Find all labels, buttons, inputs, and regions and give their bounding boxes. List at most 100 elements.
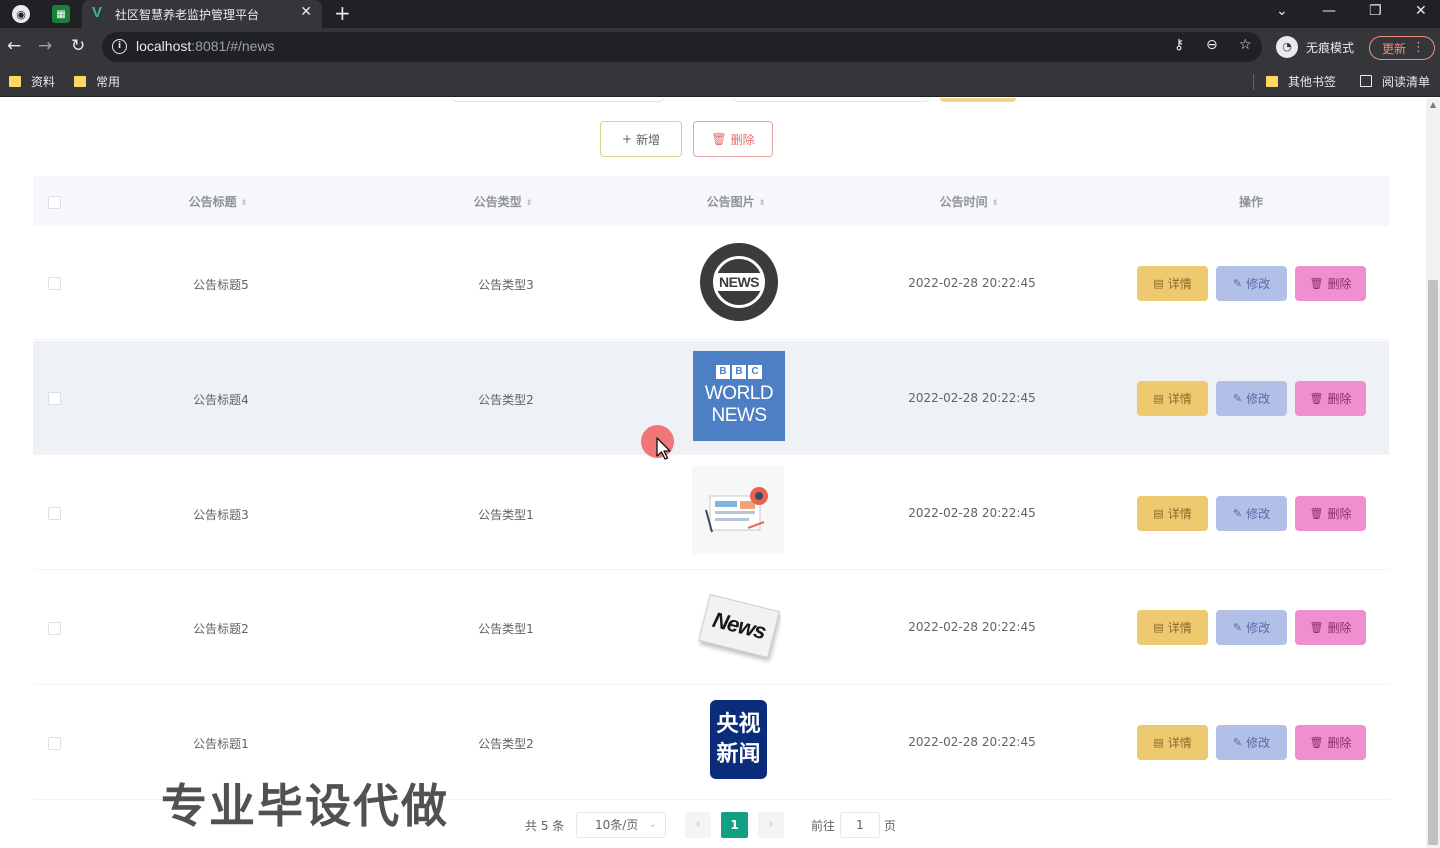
tab-close-icon[interactable]: ✕: [300, 4, 312, 20]
detail-button[interactable]: ▤ 详情: [1137, 610, 1208, 645]
new-tab-button[interactable]: +: [334, 1, 351, 25]
delete-button[interactable]: 🗑 删除: [1295, 725, 1366, 760]
sort-icon[interactable]: ⬍: [526, 198, 533, 207]
column-header-actions: 操作: [1238, 195, 1264, 209]
detail-button[interactable]: ▤ 详情: [1137, 381, 1208, 416]
cctv-line: 央视: [716, 711, 761, 737]
column-header-title[interactable]: 公告标题 ⬍: [189, 193, 248, 210]
goto-label: 前往: [811, 818, 836, 833]
goto-page-input[interactable]: 1: [840, 812, 880, 838]
folder-icon: [74, 75, 86, 87]
cell-time: 2022-02-28 20:22:45: [908, 506, 1036, 520]
url-field[interactable]: i localhost:8081/#/news ⚷ ⊖ ☆: [102, 32, 1262, 62]
edit-button[interactable]: ✎ 修改: [1216, 266, 1287, 301]
browser-globe-icon[interactable]: ◉: [12, 5, 30, 23]
cctv-line: 新闻: [716, 741, 761, 767]
detail-button[interactable]: ▤ 详情: [1137, 266, 1208, 301]
cell-title: 公告标题1: [193, 737, 249, 751]
url-text: localhost:8081/#/news: [136, 38, 275, 54]
row-checkbox[interactable]: [48, 507, 61, 520]
minimize-icon[interactable]: —: [1322, 3, 1336, 19]
site-info-icon[interactable]: i: [112, 39, 127, 54]
delete-button[interactable]: 🗑 删除: [1295, 496, 1366, 531]
delete-button[interactable]: 🗑 删除: [1295, 610, 1366, 645]
tab-search-icon[interactable]: ⌄: [1276, 3, 1288, 19]
scroll-up-icon[interactable]: ▲: [1430, 100, 1436, 109]
row-checkbox[interactable]: [48, 737, 61, 750]
newspaper-illustration-image: [692, 466, 784, 554]
star-icon[interactable]: ☆: [1239, 37, 1252, 53]
update-button[interactable]: 更新 ⋮: [1369, 36, 1435, 60]
cell-title: 公告标题5: [193, 278, 249, 292]
add-button-label: 新增: [636, 132, 661, 147]
document-icon: ▤: [1153, 621, 1164, 634]
row-checkbox[interactable]: [48, 622, 61, 635]
page-unit-label: 页: [884, 818, 897, 833]
news-globe-text: NEWS: [716, 273, 762, 291]
tab-title: 社区智慧养老监护管理平台: [115, 8, 260, 22]
zoom-icon[interactable]: ⊖: [1206, 37, 1218, 53]
back-icon[interactable]: ←: [7, 36, 21, 56]
select-all-checkbox[interactable]: [48, 196, 61, 209]
bbc-line: NEWS: [711, 405, 768, 426]
bookmark-folder-common[interactable]: 常用: [74, 73, 120, 89]
page-size-value: 10条/页: [595, 818, 639, 832]
column-header-time[interactable]: 公告时间 ⬍: [940, 193, 999, 210]
document-icon: ▤: [1153, 277, 1164, 290]
browser-tab-active[interactable]: V 社区智慧养老监护管理平台 ✕: [82, 0, 322, 28]
restore-icon[interactable]: ❐: [1369, 3, 1382, 19]
scrollbar-thumb[interactable]: [1428, 280, 1438, 845]
key-icon[interactable]: ⚷: [1174, 37, 1184, 53]
prev-page-button[interactable]: ‹: [685, 812, 711, 838]
search-button[interactable]: [940, 98, 1016, 102]
sort-icon[interactable]: ⬍: [241, 198, 248, 207]
row-checkbox[interactable]: [48, 277, 61, 290]
forward-icon[interactable]: →: [38, 36, 52, 56]
bookmark-other[interactable]: 其他书签: [1266, 73, 1336, 89]
column-header-type[interactable]: 公告类型 ⬍: [474, 193, 533, 210]
sort-icon[interactable]: ⬍: [759, 198, 766, 207]
document-icon: ▤: [1153, 392, 1164, 405]
sheet-tab-icon[interactable]: ▦: [52, 5, 70, 23]
search-input-title[interactable]: [452, 98, 664, 102]
reading-list[interactable]: 阅读清单: [1360, 73, 1430, 89]
reload-icon[interactable]: ↻: [71, 36, 85, 56]
chevron-down-icon: ⌄: [648, 819, 657, 830]
page-size-select[interactable]: 10条/页 ⌄: [576, 812, 666, 838]
pagination-total: 共 5 条: [525, 818, 565, 833]
pencil-icon: ✎: [1232, 392, 1243, 405]
cell-type: 公告类型1: [478, 622, 534, 636]
document-icon: ▤: [1153, 507, 1164, 520]
incognito-indicator[interactable]: ◔ 无痕模式: [1276, 34, 1354, 60]
cell-title: 公告标题2: [193, 622, 249, 636]
edit-button[interactable]: ✎ 修改: [1216, 725, 1287, 760]
cell-time: 2022-02-28 20:22:45: [908, 620, 1036, 634]
close-window-icon[interactable]: ✕: [1415, 3, 1427, 19]
column-header-image[interactable]: 公告图片 ⬍: [707, 193, 766, 210]
next-page-button[interactable]: ›: [758, 812, 784, 838]
bookmark-label: 其他书签: [1288, 74, 1337, 89]
add-button[interactable]: + 新增: [600, 121, 682, 157]
page-number-current[interactable]: 1: [721, 812, 748, 838]
cell-time: 2022-02-28 20:22:45: [908, 391, 1036, 405]
batch-delete-button[interactable]: 🗑 删除: [693, 121, 773, 157]
sort-icon[interactable]: ⬍: [992, 198, 999, 207]
pencil-icon: ✎: [1232, 507, 1243, 520]
bookmark-folder-materials[interactable]: 资料: [9, 73, 55, 89]
search-input-type[interactable]: [733, 98, 929, 102]
edit-button[interactable]: ✎ 修改: [1216, 381, 1287, 416]
delete-button[interactable]: 🗑 删除: [1295, 381, 1366, 416]
edit-button[interactable]: ✎ 修改: [1216, 610, 1287, 645]
bookmarks-bar: 资料 常用 其他书签 阅读清单: [0, 66, 1440, 97]
detail-button[interactable]: ▤ 详情: [1137, 496, 1208, 531]
update-label: 更新: [1382, 41, 1407, 56]
folder-icon: [1266, 75, 1278, 87]
cell-type: 公告类型1: [478, 508, 534, 522]
detail-button[interactable]: ▤ 详情: [1137, 725, 1208, 760]
delete-button[interactable]: 🗑 删除: [1295, 266, 1366, 301]
address-bar: ← → ↻ i localhost:8081/#/news ⚷ ⊖ ☆ ◔ 无痕…: [0, 28, 1440, 66]
row-checkbox[interactable]: [48, 392, 61, 405]
edit-button[interactable]: ✎ 修改: [1216, 496, 1287, 531]
more-menu-icon[interactable]: ⋮: [1412, 40, 1425, 55]
mouse-cursor-icon: [656, 437, 671, 460]
